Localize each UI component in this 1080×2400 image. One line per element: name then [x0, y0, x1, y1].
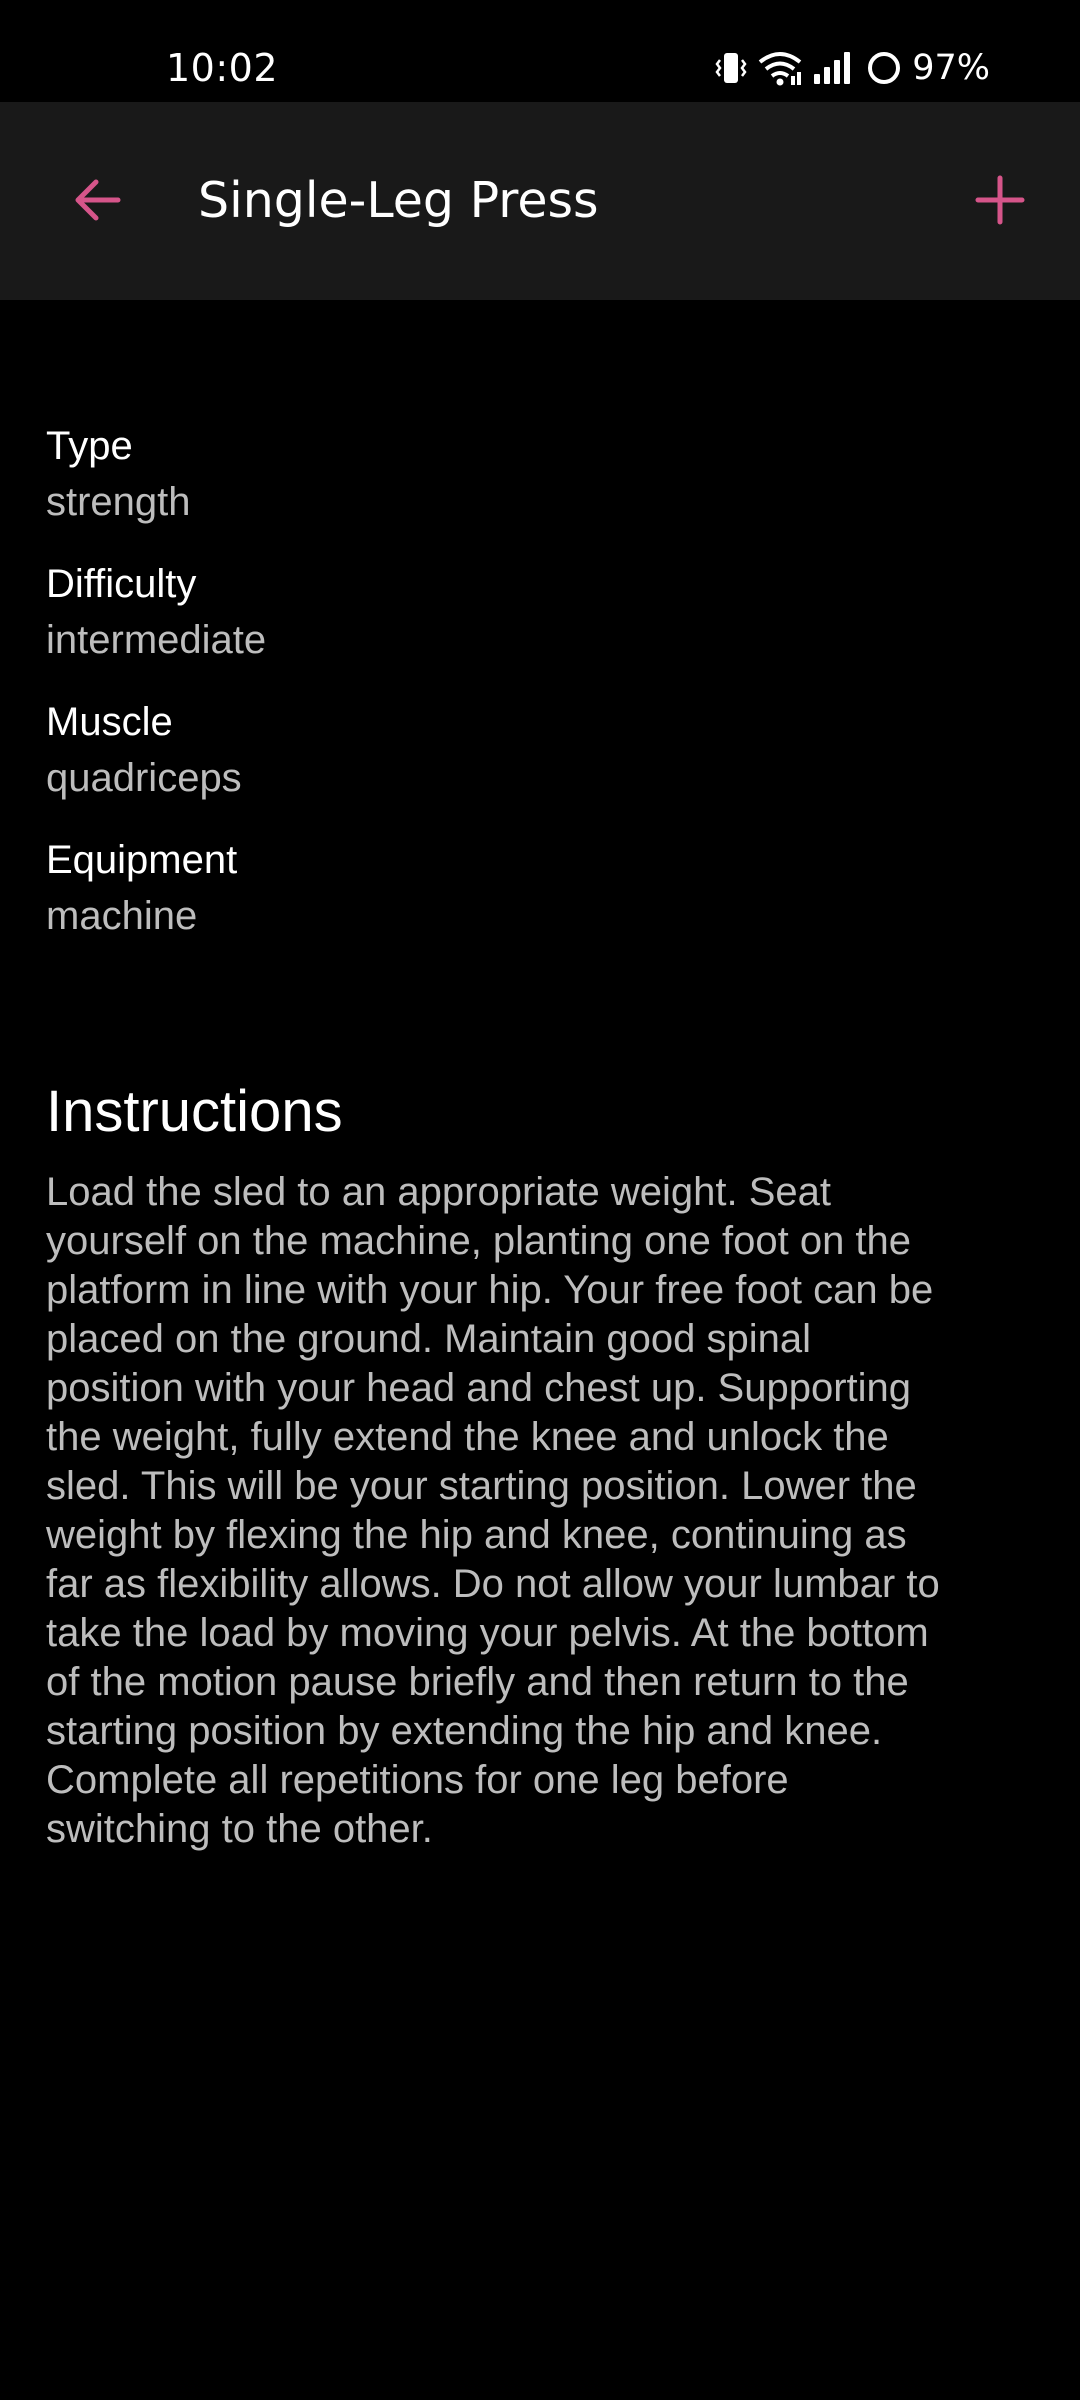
app-bar: Single-Leg Press — [0, 102, 1080, 300]
detail-value: quadriceps — [46, 756, 242, 800]
detail-value: machine — [46, 894, 198, 938]
back-button[interactable] — [50, 154, 146, 250]
detail-label: Difficulty — [46, 562, 197, 606]
instructions-text: Load the sled to an appropriate weight. … — [46, 1170, 940, 1851]
vibrate-icon — [714, 50, 748, 86]
plus-icon — [974, 174, 1026, 231]
instructions-heading: Instructions — [46, 1079, 343, 1144]
wifi-icon — [758, 50, 802, 86]
status-icons: 97% — [714, 44, 990, 92]
battery-icon — [866, 50, 902, 86]
exercise-details: Type strength Difficulty intermediate Mu… — [46, 418, 946, 970]
status-time: 10:02 — [166, 46, 279, 90]
add-button[interactable] — [952, 154, 1048, 250]
detail-label: Equipment — [46, 838, 238, 882]
arrow-back-icon — [70, 172, 126, 233]
signal-icon — [812, 50, 856, 86]
detail-value: intermediate — [46, 618, 267, 662]
battery-percentage: 97% — [912, 48, 990, 88]
detail-label: Type — [46, 424, 133, 468]
detail-muscle: Muscle quadriceps — [46, 694, 946, 806]
detail-type: Type strength — [46, 418, 946, 530]
status-bar: 10:02 97% — [0, 0, 1080, 102]
detail-difficulty: Difficulty intermediate — [46, 556, 946, 668]
detail-equipment: Equipment machine — [46, 832, 946, 944]
page-title: Single-Leg Press — [198, 172, 599, 229]
detail-label: Muscle — [46, 700, 173, 744]
detail-value: strength — [46, 480, 191, 524]
